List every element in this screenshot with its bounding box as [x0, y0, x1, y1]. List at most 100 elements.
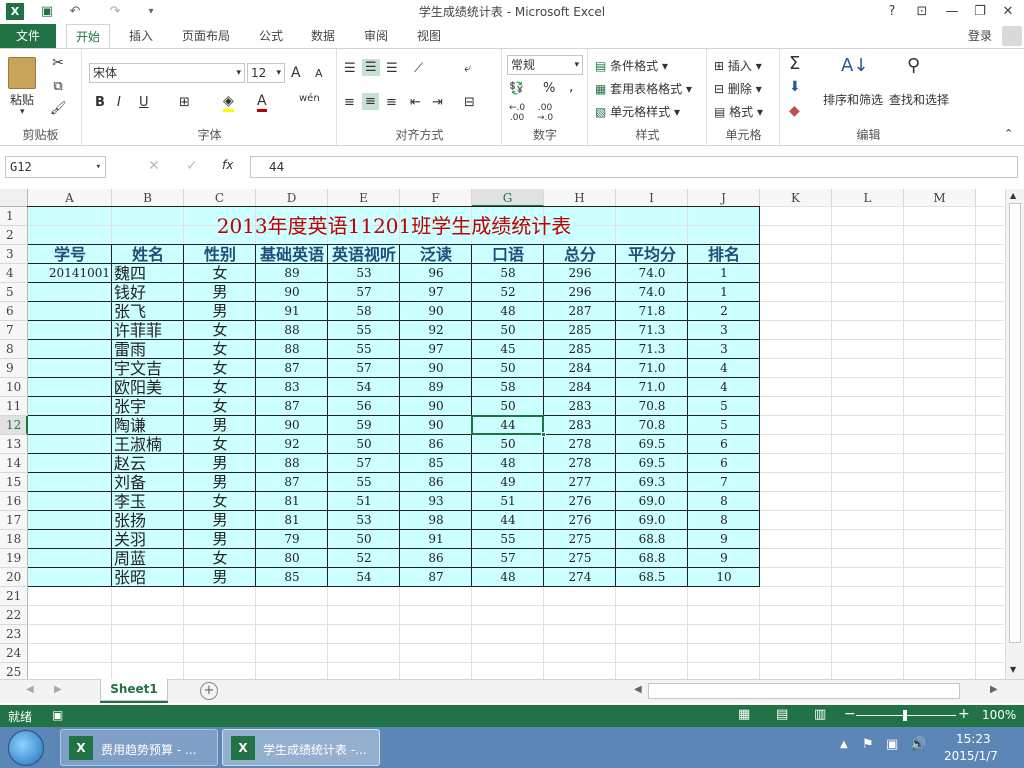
table-cell[interactable]: 276 — [544, 492, 616, 511]
tab-file[interactable]: 文件 — [0, 24, 56, 48]
fill-icon[interactable]: ⬇ — [789, 79, 801, 95]
increase-indent-icon[interactable]: ⇥ — [432, 95, 443, 110]
table-cell[interactable]: 58 — [472, 264, 544, 283]
grow-font-icon[interactable]: A — [291, 65, 301, 81]
column-header[interactable]: J — [688, 189, 760, 207]
table-cell[interactable]: 男 — [184, 302, 256, 321]
table-cell[interactable]: 50 — [472, 359, 544, 378]
row-header[interactable]: 17 — [0, 511, 28, 530]
table-cell[interactable] — [28, 568, 112, 587]
table-cell[interactable]: 74.0 — [616, 264, 688, 283]
table-cell[interactable]: 陶谦 — [112, 416, 184, 435]
row-header[interactable]: 21 — [0, 587, 28, 606]
column-header[interactable]: F — [400, 189, 472, 207]
action-center-flag-icon[interactable]: ⚑ — [862, 737, 874, 752]
row-header[interactable]: 25 — [0, 663, 28, 679]
table-cell[interactable]: 4 — [688, 378, 760, 397]
column-header[interactable]: K — [760, 189, 832, 207]
table-cell[interactable]: 男 — [184, 530, 256, 549]
table-cell[interactable] — [28, 321, 112, 340]
table-cell[interactable]: 45 — [472, 340, 544, 359]
zoom-slider-thumb[interactable] — [903, 710, 907, 721]
align-right-icon[interactable]: ≡ — [386, 95, 397, 110]
table-cell[interactable]: 287 — [544, 302, 616, 321]
copy-icon[interactable]: ⧉ — [50, 79, 66, 94]
sort-filter-button[interactable]: 排序和筛选 — [823, 91, 883, 108]
table-cell[interactable]: 91 — [400, 530, 472, 549]
row-header[interactable]: 24 — [0, 644, 28, 663]
table-cell[interactable]: 55 — [328, 340, 400, 359]
table-cell[interactable]: 李玉 — [112, 492, 184, 511]
table-cell[interactable]: 54 — [328, 568, 400, 587]
table-cell[interactable]: 81 — [256, 492, 328, 511]
table-cell[interactable]: 85 — [256, 568, 328, 587]
row-header[interactable]: 22 — [0, 606, 28, 625]
table-cell[interactable]: 女 — [184, 378, 256, 397]
column-header[interactable]: A — [28, 189, 112, 207]
table-cell[interactable]: 2 — [688, 302, 760, 321]
cut-icon[interactable]: ✂ — [50, 55, 66, 71]
table-cell[interactable]: 44 — [472, 511, 544, 530]
table-cell[interactable]: 70.8 — [616, 397, 688, 416]
table-cell[interactable]: 86 — [400, 435, 472, 454]
table-cell[interactable]: 欧阳美 — [112, 378, 184, 397]
table-cell[interactable]: 90 — [400, 397, 472, 416]
decrease-indent-icon[interactable]: ⇤ — [410, 95, 421, 110]
table-cell[interactable]: 296 — [544, 264, 616, 283]
table-cell[interactable]: 83 — [256, 378, 328, 397]
table-cell[interactable]: 女 — [184, 435, 256, 454]
column-header[interactable]: E — [328, 189, 400, 207]
table-cell[interactable]: 92 — [256, 435, 328, 454]
zoom-in-icon[interactable]: + — [958, 706, 970, 722]
table-cell[interactable]: 51 — [472, 492, 544, 511]
table-cell[interactable]: 许菲菲 — [112, 321, 184, 340]
table-cell[interactable]: 女 — [184, 340, 256, 359]
row-header[interactable]: 3 — [0, 245, 28, 264]
table-cell[interactable]: 90 — [400, 416, 472, 435]
taskbar-item-grades[interactable]: X 学生成绩统计表 -... — [222, 729, 380, 766]
table-cell[interactable]: 296 — [544, 283, 616, 302]
table-cell[interactable]: 91 — [256, 302, 328, 321]
table-cell[interactable]: 50 — [472, 397, 544, 416]
table-cell[interactable]: 283 — [544, 397, 616, 416]
scroll-down-icon[interactable]: ▼ — [1010, 665, 1016, 674]
cancel-icon[interactable]: ✕ — [148, 158, 160, 174]
selected-cell[interactable] — [471, 415, 544, 435]
table-cell[interactable] — [28, 340, 112, 359]
table-cell[interactable]: 女 — [184, 264, 256, 283]
format-cells-button[interactable]: ▤ 格式 ▾ — [714, 103, 763, 120]
table-cell[interactable]: 276 — [544, 511, 616, 530]
table-cell[interactable]: 周蓝 — [112, 549, 184, 568]
table-cell[interactable]: 69.0 — [616, 492, 688, 511]
table-cell[interactable]: 88 — [256, 321, 328, 340]
table-cell[interactable]: 284 — [544, 378, 616, 397]
percent-button[interactable]: % — [543, 81, 555, 96]
column-header[interactable]: H — [544, 189, 616, 207]
table-cell[interactable] — [28, 530, 112, 549]
table-cell[interactable]: 285 — [544, 321, 616, 340]
table-cell[interactable]: 48 — [472, 302, 544, 321]
restore-icon[interactable]: ❐ — [968, 2, 992, 22]
table-cell[interactable] — [28, 378, 112, 397]
table-cell[interactable] — [28, 454, 112, 473]
table-cell[interactable]: 男 — [184, 568, 256, 587]
table-cell[interactable] — [28, 416, 112, 435]
table-cell[interactable]: 58 — [328, 302, 400, 321]
paste-button[interactable]: 粘贴 — [10, 91, 34, 108]
table-cell[interactable]: 87 — [400, 568, 472, 587]
increase-decimal-icon[interactable]: ←.0.00 — [509, 103, 525, 123]
table-cell[interactable]: 张扬 — [112, 511, 184, 530]
table-cell[interactable]: 50 — [472, 321, 544, 340]
insert-cells-button[interactable]: ⊞ 插入 ▾ — [714, 57, 762, 74]
table-cell[interactable]: 57 — [328, 359, 400, 378]
tab-view[interactable]: 视图 — [408, 24, 450, 48]
table-cell[interactable]: 275 — [544, 530, 616, 549]
table-cell[interactable]: 50 — [328, 435, 400, 454]
table-cell[interactable]: 90 — [400, 302, 472, 321]
scroll-thumb[interactable] — [1009, 203, 1021, 643]
table-cell[interactable]: 5 — [688, 416, 760, 435]
table-cell[interactable]: 86 — [400, 549, 472, 568]
table-cell[interactable]: 57 — [472, 549, 544, 568]
row-header[interactable]: 1 — [0, 207, 28, 226]
column-header[interactable]: I — [616, 189, 688, 207]
